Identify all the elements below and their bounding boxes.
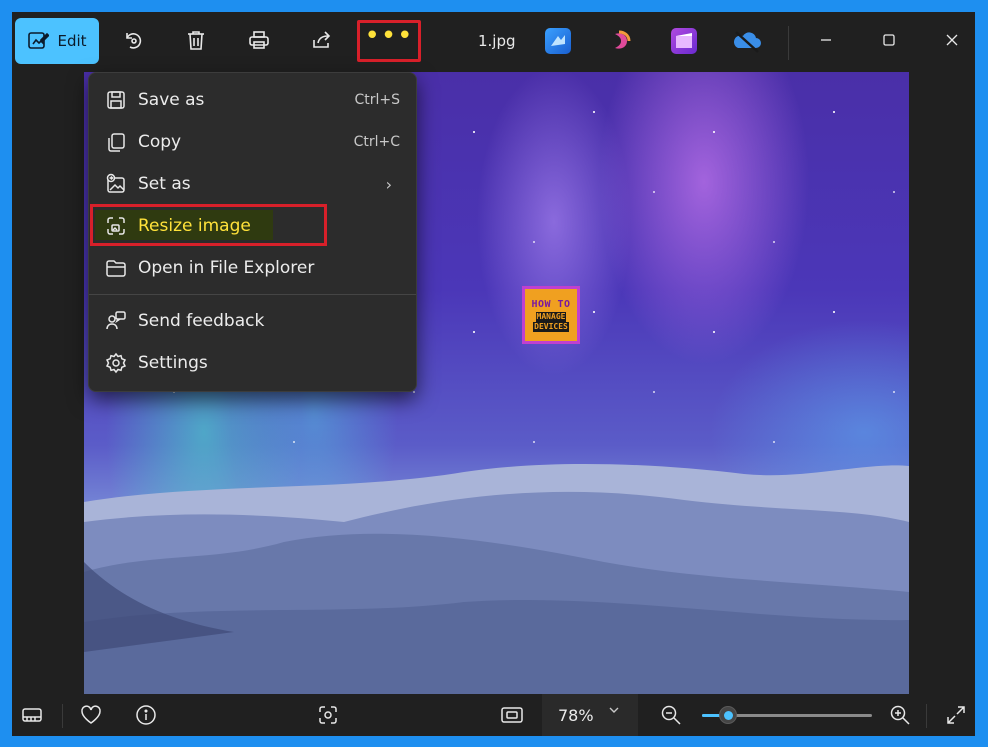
menu-divider — [89, 294, 416, 295]
share-button[interactable] — [300, 20, 344, 60]
close-button[interactable] — [929, 22, 975, 58]
file-name: 1.jpg — [478, 32, 516, 50]
snowy-hills — [84, 463, 909, 694]
edit-label: Edit — [57, 32, 87, 50]
fullscreen-button[interactable] — [940, 700, 972, 730]
logo-line2: MANAGE — [535, 311, 567, 322]
minimize-button[interactable] — [803, 22, 849, 58]
designer-icon[interactable] — [545, 28, 571, 54]
set-as-icon — [105, 173, 127, 195]
minimize-icon — [819, 33, 833, 47]
fit-to-window-icon — [500, 705, 524, 725]
top-toolbar: Edit ••• 1.jpg — [12, 12, 975, 72]
menu-item-resize-image[interactable]: Resize image — [89, 205, 416, 247]
onedrive-icon[interactable] — [732, 28, 762, 54]
rotate-button[interactable] — [111, 20, 155, 60]
delete-icon — [186, 29, 206, 51]
face-scan-button[interactable] — [312, 700, 344, 730]
menu-item-label: Set as — [138, 174, 191, 194]
rotate-icon — [122, 29, 144, 51]
face-scan-icon — [317, 704, 339, 726]
menu-item-label: Copy — [138, 132, 182, 152]
zoom-dropdown[interactable]: 78% — [542, 694, 638, 736]
info-icon — [135, 704, 157, 726]
zoom-in-button[interactable] — [884, 700, 916, 730]
menu-item-label: Open in File Explorer — [138, 258, 315, 278]
fit-to-window-button[interactable] — [496, 700, 528, 730]
favorite-button[interactable] — [75, 700, 107, 730]
bottom-bar: 78% — [12, 694, 975, 736]
info-button[interactable] — [130, 700, 162, 730]
bottom-divider — [62, 704, 63, 728]
how-to-manage-devices-logo: HOW TO MANAGE DEVICES — [522, 286, 580, 344]
zoom-in-icon — [889, 704, 911, 726]
favorite-icon — [80, 705, 102, 725]
shortcut-text: Ctrl+C — [353, 134, 400, 150]
clipchamp-icon[interactable] — [671, 28, 697, 54]
more-options-button[interactable]: ••• — [357, 20, 421, 62]
filmstrip-button[interactable] — [16, 700, 48, 730]
edit-button[interactable]: Edit — [15, 18, 99, 64]
shortcut-text: Ctrl+S — [354, 92, 400, 108]
menu-item-save-as[interactable]: Save as Ctrl+S — [89, 79, 416, 121]
menu-item-open-in-file-explorer[interactable]: Open in File Explorer — [89, 247, 416, 289]
copy-icon — [105, 131, 127, 153]
share-icon — [311, 30, 333, 50]
zoom-slider-thumb[interactable] — [719, 706, 737, 724]
toolbar-divider — [788, 26, 789, 60]
menu-item-settings[interactable]: Settings — [89, 342, 416, 384]
zoom-slider[interactable] — [702, 706, 872, 724]
zoom-out-button[interactable] — [655, 700, 687, 730]
bottom-divider — [926, 704, 927, 728]
copilot-icon[interactable] — [609, 28, 635, 54]
zoom-out-icon — [660, 704, 682, 726]
save-icon — [105, 89, 127, 111]
menu-item-label: Settings — [138, 353, 208, 373]
menu-item-copy[interactable]: Copy Ctrl+C — [89, 121, 416, 163]
fullscreen-icon — [945, 704, 967, 726]
filmstrip-icon — [21, 706, 43, 724]
logo-line3: DEVICES — [533, 321, 569, 332]
settings-icon — [105, 352, 127, 374]
edit-icon — [27, 30, 50, 52]
feedback-icon — [105, 310, 127, 332]
chevron-right-icon: › — [385, 174, 392, 194]
maximize-icon — [882, 33, 896, 47]
photos-app-window: Edit ••• 1.jpg HOW TO MANAGE DEVICES Sav… — [12, 12, 975, 736]
menu-item-label: Resize image — [138, 216, 251, 236]
delete-button[interactable] — [174, 20, 218, 60]
more-options-menu: Save as Ctrl+S Copy Ctrl+C Set as › Resi… — [88, 72, 417, 392]
logo-line1: HOW TO — [531, 298, 571, 310]
more-icon: ••• — [364, 21, 414, 51]
resize-icon — [105, 215, 127, 237]
menu-item-send-feedback[interactable]: Send feedback — [89, 300, 416, 342]
print-icon — [248, 30, 270, 50]
menu-item-set-as[interactable]: Set as › — [89, 163, 416, 205]
zoom-value: 78% — [558, 706, 594, 725]
print-button[interactable] — [237, 20, 281, 60]
maximize-button[interactable] — [866, 22, 912, 58]
close-icon — [945, 33, 959, 47]
menu-item-label: Send feedback — [138, 311, 265, 331]
menu-item-label: Save as — [138, 90, 205, 110]
chevron-down-icon — [608, 704, 620, 716]
folder-icon — [105, 257, 127, 279]
